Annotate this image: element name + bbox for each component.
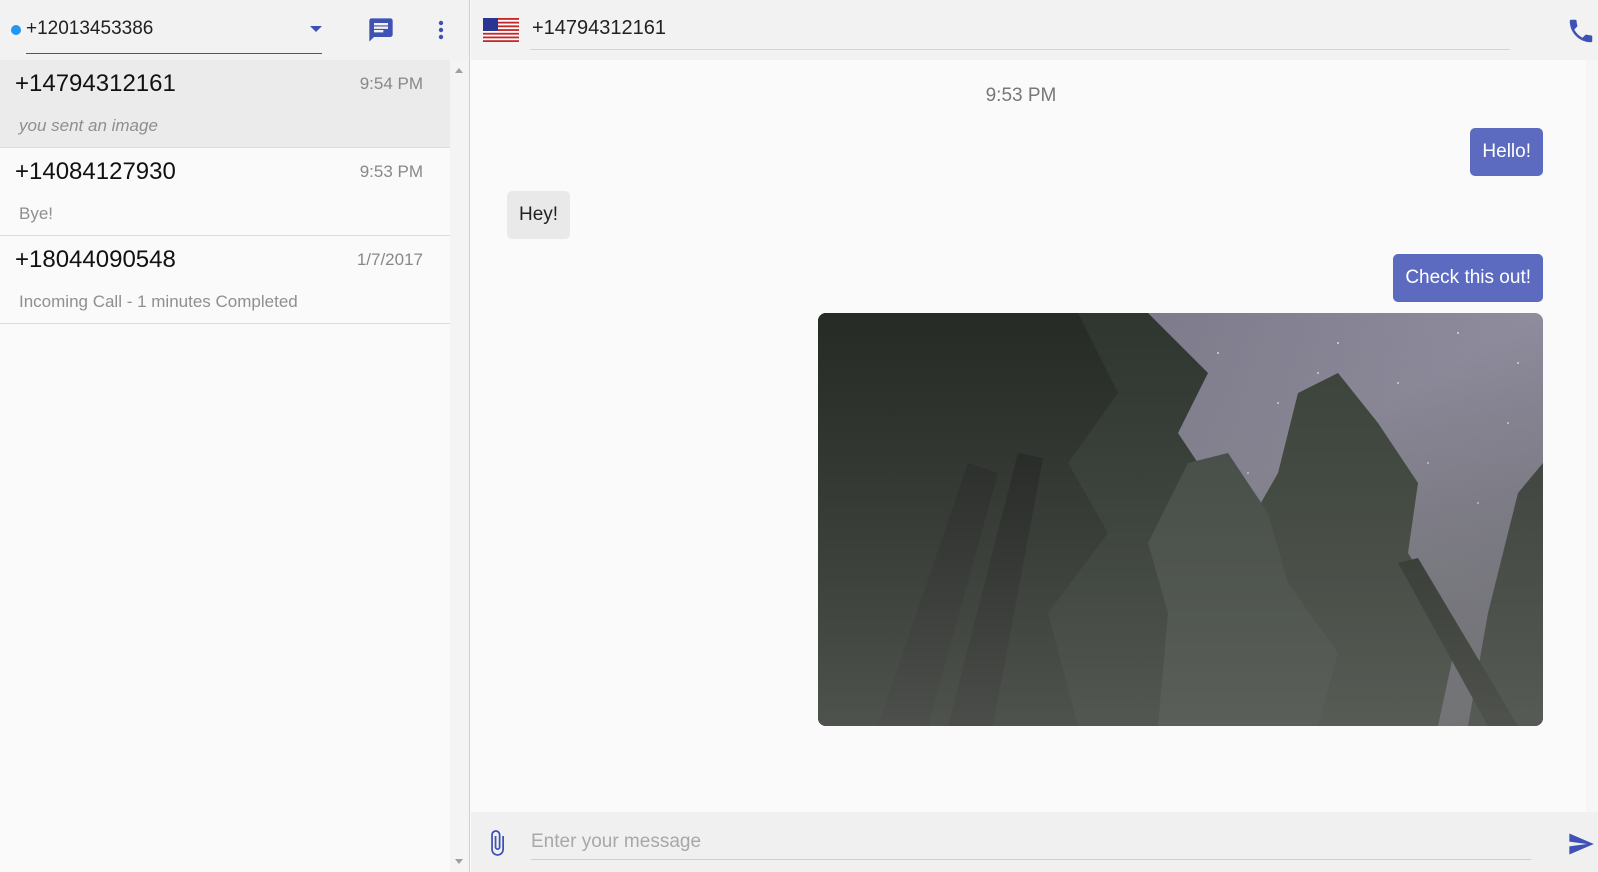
- new-message-button[interactable]: [365, 14, 397, 46]
- incoming-message-bubble: Hey!: [507, 191, 571, 239]
- message-timestamp: 9:53 PM: [985, 85, 1057, 106]
- scroll-down-arrow[interactable]: [455, 859, 463, 864]
- more-menu-button[interactable]: [424, 14, 458, 46]
- compose-bar: [471, 812, 1598, 872]
- chevron-down-icon: [310, 26, 322, 32]
- messaging-app: +12013453386 +14794312161 9:54 PM you se…: [0, 0, 1598, 872]
- conversation-time: 1/7/2017: [356, 250, 423, 269]
- image-message[interactable]: [818, 313, 1543, 726]
- conversation-number: +14794312161: [15, 70, 176, 97]
- message-input[interactable]: [531, 824, 1531, 860]
- paperclip-icon: [491, 830, 504, 856]
- conversation-time: 9:54 PM: [359, 74, 423, 93]
- send-icon: [1569, 833, 1594, 855]
- phone-line-select[interactable]: +12013453386: [26, 14, 322, 54]
- send-button[interactable]: [1566, 830, 1596, 858]
- us-flag-icon: [483, 18, 519, 42]
- conversation-list: +14794312161 9:54 PM you sent an image +…: [0, 60, 450, 324]
- conversation-item[interactable]: +14084127930 9:53 PM Bye!: [0, 148, 450, 236]
- message-thread: 9:53 PM Hello! Hey! Check this out!: [471, 60, 1586, 812]
- line-status-dot: [11, 25, 21, 35]
- conversation-preview: Bye!: [19, 204, 54, 223]
- chat-header: +14794312161: [471, 0, 1598, 60]
- header-divider: [530, 49, 1510, 50]
- chat-panel: +14794312161 9:53 PM Hello! Hey! Check t…: [471, 0, 1598, 872]
- line-number: +12013453386: [26, 18, 154, 39]
- conversation-number: +14084127930: [15, 158, 176, 185]
- contact-number: +14794312161: [532, 17, 667, 39]
- new-message-icon: [369, 18, 393, 42]
- sidebar-header: +12013453386: [0, 0, 469, 60]
- conversation-item[interactable]: +14794312161 9:54 PM you sent an image: [0, 60, 450, 148]
- phone-icon: [1569, 19, 1593, 43]
- attach-button[interactable]: [483, 828, 511, 858]
- conversation-preview: Incoming Call - 1 minutes Completed: [19, 292, 298, 311]
- outgoing-message-bubble: Check this out!: [1393, 254, 1543, 302]
- conversation-item[interactable]: +18044090548 1/7/2017 Incoming Call - 1 …: [0, 236, 450, 324]
- outgoing-message-bubble: Hello!: [1470, 128, 1543, 176]
- conversation-number: +18044090548: [15, 246, 176, 273]
- forest-image: [818, 313, 1543, 726]
- scroll-up-arrow[interactable]: [455, 68, 463, 73]
- call-button[interactable]: [1566, 16, 1596, 46]
- sidebar-scrollbar[interactable]: [450, 60, 469, 872]
- more-vert-icon: [438, 20, 444, 40]
- chat-scrollbar[interactable]: [1586, 60, 1598, 812]
- conversation-time: 9:53 PM: [359, 162, 423, 181]
- conversation-sidebar: +12013453386 +14794312161 9:54 PM you se…: [0, 0, 470, 872]
- conversation-preview: you sent an image: [19, 116, 158, 135]
